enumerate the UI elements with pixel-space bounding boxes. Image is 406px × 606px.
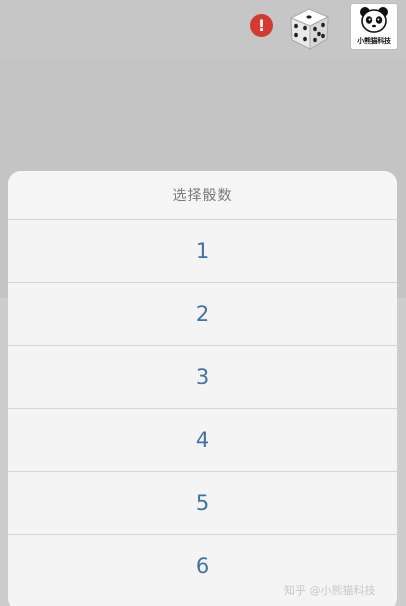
alert-icon[interactable]: ! — [250, 14, 273, 37]
brand-logo-text: 小熊猫科技 — [357, 37, 391, 45]
option-3[interactable]: 3 — [8, 346, 397, 409]
panda-icon — [360, 7, 388, 33]
brand-logo: 小熊猫科技 — [350, 3, 398, 50]
dice-icon[interactable] — [283, 4, 333, 52]
option-4[interactable]: 4 — [8, 409, 397, 472]
option-1[interactable]: 1 — [8, 220, 397, 283]
watermark: 知乎 @小熊猫科技 — [284, 584, 376, 597]
option-5[interactable]: 5 — [8, 472, 397, 535]
sheet-title: 选择骰数 — [8, 171, 397, 220]
screen: ! 小熊猫科技 选择骰数 1 2 3 4 5 6 知乎 @小熊猫科技 — [0, 0, 406, 606]
option-2[interactable]: 2 — [8, 283, 397, 346]
top-bar: ! 小熊猫科技 — [0, 0, 406, 60]
dice-count-action-sheet: 选择骰数 1 2 3 4 5 6 — [8, 171, 397, 606]
